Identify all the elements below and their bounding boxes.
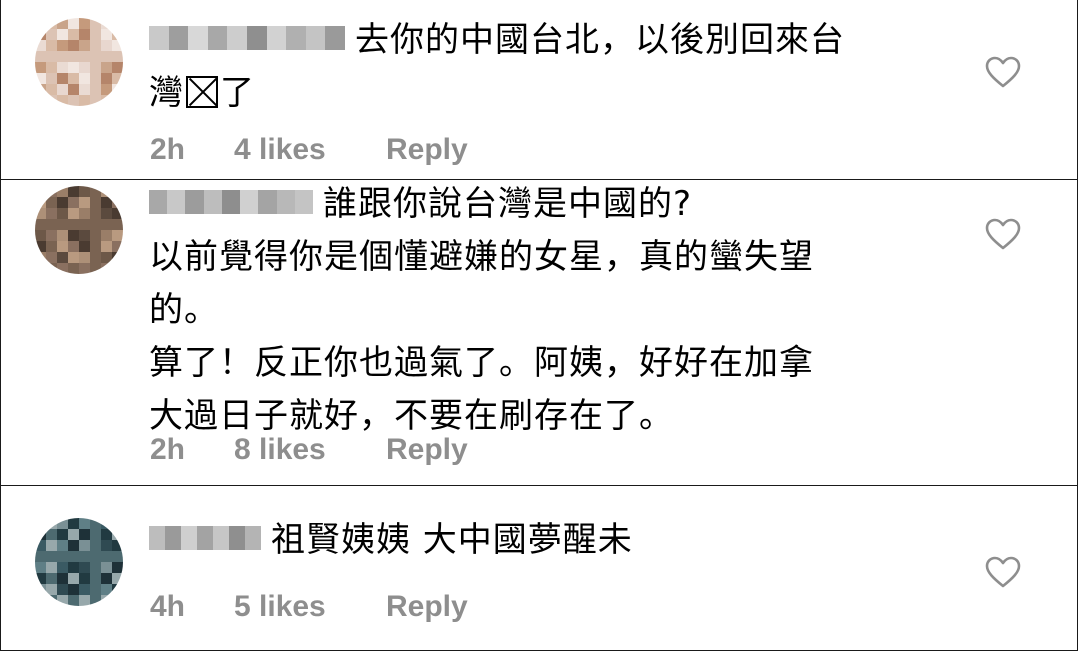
comment-text: 誰跟你說台灣是中國的? 以前覺得你是個懂避嫌的女星，真的蠻失望 的。 算了！反正…: [149, 178, 814, 443]
comment-line: 祖賢姨姨 大中國夢醒未: [149, 514, 633, 567]
username[interactable]: [149, 25, 345, 50]
username[interactable]: [149, 189, 313, 214]
comment-line: 誰跟你說台灣是中國的?: [149, 178, 814, 231]
comment-line: 以前覺得你是個懂避嫌的女星，真的蠻失望: [149, 237, 814, 277]
timestamp: 2h: [150, 133, 186, 166]
heart-outline-icon[interactable]: [985, 218, 1021, 250]
comment-1: 去你的中國台北，以後別回來台 灣了 2h 4 likes Reply: [0, 0, 1078, 180]
timestamp: 2h: [150, 433, 186, 466]
comment-meta: 2h 8 likes Reply: [150, 433, 468, 467]
reply-button[interactable]: Reply: [386, 590, 468, 624]
comment-line: 去你的中國台北，以後別回來台: [149, 14, 845, 67]
likes-count[interactable]: 8 likes: [234, 433, 386, 467]
comment-text: 去你的中國台北，以後別回來台 灣了: [149, 14, 845, 120]
heart-outline-icon[interactable]: [985, 556, 1021, 588]
reply-button[interactable]: Reply: [386, 433, 468, 467]
likes-count[interactable]: 4 likes: [234, 133, 386, 167]
heart-outline-icon[interactable]: [985, 56, 1021, 88]
reply-button[interactable]: Reply: [386, 133, 468, 167]
comment-meta: 2h 4 likes Reply: [150, 133, 468, 167]
comment-line: 的。: [149, 290, 219, 330]
comment-line: 灣了: [149, 73, 255, 113]
likes-count[interactable]: 5 likes: [234, 590, 386, 624]
username[interactable]: [149, 525, 261, 550]
avatar[interactable]: [35, 186, 123, 274]
avatar[interactable]: [35, 518, 123, 606]
timestamp: 4h: [150, 590, 186, 623]
comment-2: 誰跟你說台灣是中國的? 以前覺得你是個懂避嫌的女星，真的蠻失望 的。 算了！反正…: [0, 179, 1078, 486]
avatar[interactable]: [35, 18, 123, 106]
comment-3: 祖賢姨姨 大中國夢醒未 4h 5 likes Reply: [0, 485, 1078, 651]
comment-text: 祖賢姨姨 大中國夢醒未: [149, 514, 633, 567]
comment-line: 算了！反正你也過氣了。阿姨，好好在加拿: [149, 343, 814, 383]
comment-meta: 4h 5 likes Reply: [150, 590, 468, 624]
missing-glyph-icon: [186, 76, 218, 108]
